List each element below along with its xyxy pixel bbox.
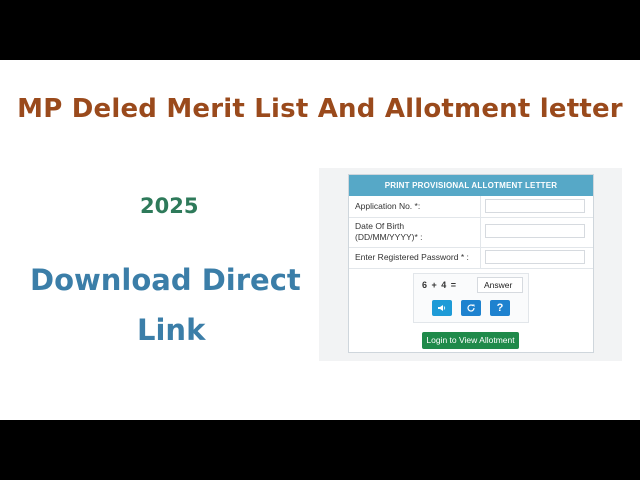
speaker-icon-glyph: [438, 305, 446, 311]
captcha-answer-input[interactable]: Answer: [477, 277, 523, 293]
application-input[interactable]: [485, 199, 585, 213]
captcha-box: 6 + 4 = Answer ?: [413, 273, 529, 323]
help-icon[interactable]: ?: [490, 300, 510, 316]
row-divider: [480, 217, 481, 247]
dob-label-line1: Date Of Birth: [355, 221, 405, 231]
application-label: Application No. *:: [355, 201, 421, 211]
row-divider: [480, 247, 481, 268]
form-screenshot-panel: PRINT PROVISIONAL ALLOTMENT LETTER Appli…: [319, 168, 622, 361]
row-divider: [480, 196, 481, 217]
application-row: Application No. *:: [349, 196, 593, 218]
refresh-icon[interactable]: [461, 300, 481, 316]
link-text: Link: [137, 313, 206, 347]
allotment-login-form: PRINT PROVISIONAL ALLOTMENT LETTER Appli…: [348, 174, 594, 353]
form-header: PRINT PROVISIONAL ALLOTMENT LETTER: [349, 175, 593, 196]
password-input[interactable]: [485, 250, 585, 264]
password-row: Enter Registered Password * :: [349, 247, 593, 269]
speaker-icon[interactable]: [432, 300, 452, 316]
password-label: Enter Registered Password * :: [355, 252, 469, 262]
dob-row: Date Of Birth (DD/MM/YYYY)* :: [349, 217, 593, 248]
thumbnail-canvas: MP Deled Merit List And Allotment letter…: [0, 60, 640, 420]
captcha-question: 6 + 4 =: [422, 280, 458, 290]
year-label: 2025: [140, 194, 199, 218]
download-direct-text: Download Direct: [30, 263, 301, 297]
page-headline: MP Deled Merit List And Allotment letter: [17, 94, 623, 124]
refresh-icon-glyph: [467, 304, 475, 312]
dob-label-line2: (DD/MM/YYYY)* :: [355, 232, 423, 242]
dob-input[interactable]: [485, 224, 585, 238]
login-to-view-allotment-button[interactable]: Login to View Allotment: [422, 332, 519, 349]
